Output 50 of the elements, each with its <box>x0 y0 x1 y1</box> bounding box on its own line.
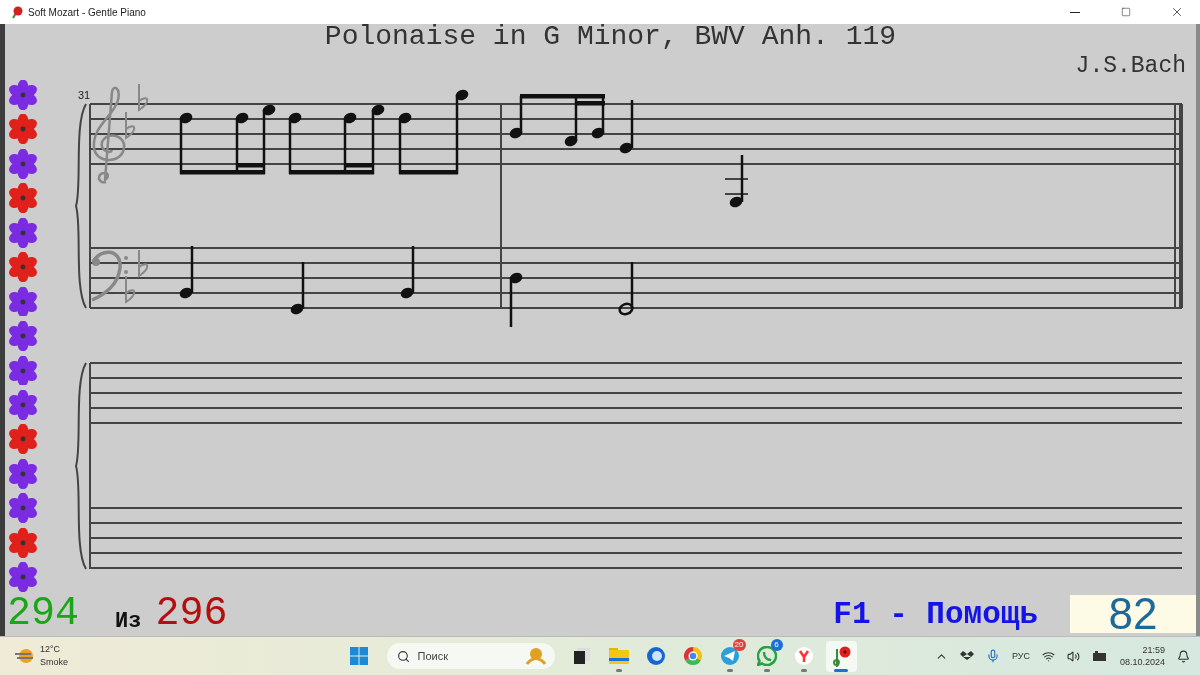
bass-clef-icon <box>91 250 128 302</box>
search-input[interactable]: Поиск <box>415 649 517 663</box>
notification-badge: 6 <box>770 638 783 651</box>
language-indicator[interactable]: РУС <box>1011 651 1030 661</box>
help-hint: F1 - Помощь <box>833 596 1038 632</box>
microphone-icon[interactable] <box>985 649 1000 663</box>
of-label: Из <box>115 609 142 634</box>
rose-icon <box>10 5 23 19</box>
window-title: Soft Mozart - Gentle Piano <box>28 6 147 18</box>
measure-number: 31 <box>78 89 91 101</box>
score-title: Polonaise in G Minor, BWV Anh. 119 <box>323 24 898 50</box>
folder-icon <box>608 647 630 665</box>
taskbar-app[interactable]: 20 <box>714 640 746 672</box>
weather-condition: Smoke <box>40 656 68 669</box>
browser-icon <box>683 646 703 666</box>
temperature: 12°C <box>40 643 62 656</box>
minimize-icon <box>1070 11 1080 13</box>
paper-plane-icon <box>720 646 740 666</box>
taskbar-app[interactable]: 6 <box>751 640 783 672</box>
notification-bell-icon[interactable] <box>1177 649 1190 663</box>
window-stack-icon <box>573 647 591 665</box>
wifi-icon[interactable] <box>1041 649 1055 663</box>
flower-note-icon <box>831 645 851 667</box>
search-icon <box>396 649 410 663</box>
volume-icon[interactable] <box>1066 649 1080 663</box>
maximize-icon <box>1121 7 1131 17</box>
total-count: 296 <box>155 594 228 634</box>
clock-date: 08.10.2024 <box>1119 656 1165 668</box>
quarter-note <box>400 246 415 299</box>
quarter-note <box>290 262 305 315</box>
quarter-note <box>179 246 194 299</box>
weather-icon <box>14 648 34 664</box>
chat-bubble-icon <box>757 646 777 666</box>
y-logo-icon <box>794 646 814 666</box>
half-note <box>618 262 634 316</box>
treble-clef-icon <box>92 86 126 184</box>
dropbox-icon[interactable] <box>959 650 974 662</box>
quarter-note <box>509 272 523 327</box>
search-field[interactable]: Поиск <box>386 643 555 669</box>
key-signature <box>125 83 149 139</box>
quarter-note <box>619 100 634 154</box>
composer-name: J.S.Bach <box>1075 54 1186 78</box>
key-signature <box>125 249 149 303</box>
windows-logo-icon <box>350 647 368 665</box>
score-display: 82 <box>1070 595 1196 633</box>
clock-time: 21:59 <box>1142 644 1165 656</box>
notification-badge: 20 <box>732 638 746 651</box>
close-icon <box>1170 5 1184 19</box>
battery-icon[interactable] <box>1091 650 1108 662</box>
current-count: 294 <box>7 594 79 634</box>
